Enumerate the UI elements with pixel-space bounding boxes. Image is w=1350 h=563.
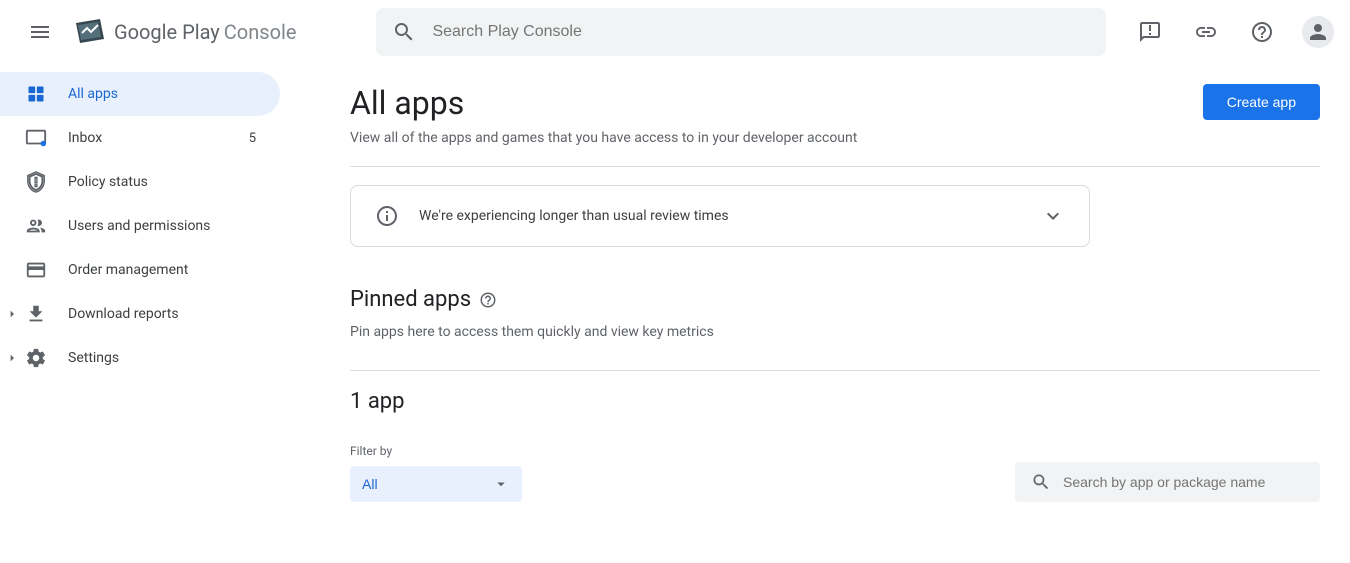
header: Google Play Console bbox=[0, 0, 1350, 64]
main-content: All apps Create app View all of the apps… bbox=[280, 64, 1350, 522]
sidebar-item-label: Users and permissions bbox=[68, 218, 264, 234]
credit-card-icon bbox=[24, 258, 48, 282]
avatar[interactable] bbox=[1302, 16, 1334, 48]
sidebar-item-label: Settings bbox=[68, 350, 264, 366]
announcement-button[interactable] bbox=[1126, 8, 1174, 56]
page-subtitle: View all of the apps and games that you … bbox=[350, 130, 1320, 146]
divider bbox=[350, 166, 1320, 167]
notice-card[interactable]: We're experiencing longer than usual rev… bbox=[350, 185, 1090, 247]
link-button[interactable] bbox=[1182, 8, 1230, 56]
sidebar-item-policy-status[interactable]: Policy status bbox=[0, 160, 280, 204]
shield-icon bbox=[24, 170, 48, 194]
sidebar-item-label: Inbox bbox=[68, 130, 229, 146]
play-console-logo-icon bbox=[76, 19, 106, 45]
header-actions bbox=[1126, 8, 1334, 56]
link-icon bbox=[1194, 20, 1218, 44]
download-icon bbox=[24, 302, 48, 326]
app-search-input[interactable] bbox=[1063, 474, 1304, 490]
pinned-apps-subtitle: Pin apps here to access them quickly and… bbox=[350, 324, 1320, 340]
sidebar-item-download-reports[interactable]: Download reports bbox=[0, 292, 280, 336]
help-outline-icon[interactable] bbox=[479, 291, 497, 309]
app-count: 1 app bbox=[350, 389, 1320, 414]
sidebar-item-settings[interactable]: Settings bbox=[0, 336, 280, 380]
sidebar-item-label: Order management bbox=[68, 262, 264, 278]
sidebar-item-users[interactable]: Users and permissions bbox=[0, 204, 280, 248]
hamburger-icon bbox=[28, 20, 52, 44]
menu-button[interactable] bbox=[16, 8, 64, 56]
users-icon bbox=[24, 214, 48, 238]
pinned-apps-title: Pinned apps bbox=[350, 287, 1320, 312]
inbox-icon bbox=[24, 126, 48, 150]
chevron-down-icon[interactable] bbox=[1041, 204, 1065, 228]
filter-label: Filter by bbox=[350, 444, 522, 458]
arrow-drop-down-icon bbox=[492, 475, 510, 493]
divider bbox=[350, 370, 1320, 371]
page-title: All apps bbox=[350, 84, 464, 122]
sidebar-item-badge: 5 bbox=[249, 131, 264, 146]
logo[interactable]: Google Play Console bbox=[76, 19, 296, 45]
sidebar-item-inbox[interactable]: Inbox 5 bbox=[0, 116, 280, 160]
help-button[interactable] bbox=[1238, 8, 1286, 56]
sidebar-item-orders[interactable]: Order management bbox=[0, 248, 280, 292]
gear-icon bbox=[24, 346, 48, 370]
create-app-button[interactable]: Create app bbox=[1203, 84, 1320, 120]
sidebar-item-label: All apps bbox=[68, 86, 264, 102]
logo-text: Google Play Console bbox=[114, 20, 296, 44]
apps-icon bbox=[24, 82, 48, 106]
search-icon bbox=[1031, 472, 1051, 492]
sidebar-item-label: Download reports bbox=[68, 306, 264, 322]
search-icon bbox=[392, 20, 416, 44]
search-box[interactable] bbox=[376, 8, 1106, 56]
sidebar-item-label: Policy status bbox=[68, 174, 264, 190]
info-icon bbox=[375, 204, 399, 228]
container: All apps Inbox 5 Policy status Users and… bbox=[0, 64, 1350, 522]
filter-group: Filter by All bbox=[350, 444, 522, 502]
person-icon bbox=[1306, 20, 1330, 44]
chevron-right-icon bbox=[4, 306, 20, 322]
search-input[interactable] bbox=[432, 23, 1090, 41]
chevron-right-icon bbox=[4, 350, 20, 366]
sidebar: All apps Inbox 5 Policy status Users and… bbox=[0, 64, 280, 522]
filter-dropdown[interactable]: All bbox=[350, 466, 522, 502]
filter-row: Filter by All bbox=[350, 444, 1320, 502]
sidebar-item-all-apps[interactable]: All apps bbox=[0, 72, 280, 116]
announcement-icon bbox=[1138, 20, 1162, 44]
app-search-box[interactable] bbox=[1015, 462, 1320, 502]
help-icon bbox=[1250, 20, 1274, 44]
page-header: All apps Create app bbox=[350, 84, 1320, 122]
notice-text: We're experiencing longer than usual rev… bbox=[419, 208, 1021, 224]
